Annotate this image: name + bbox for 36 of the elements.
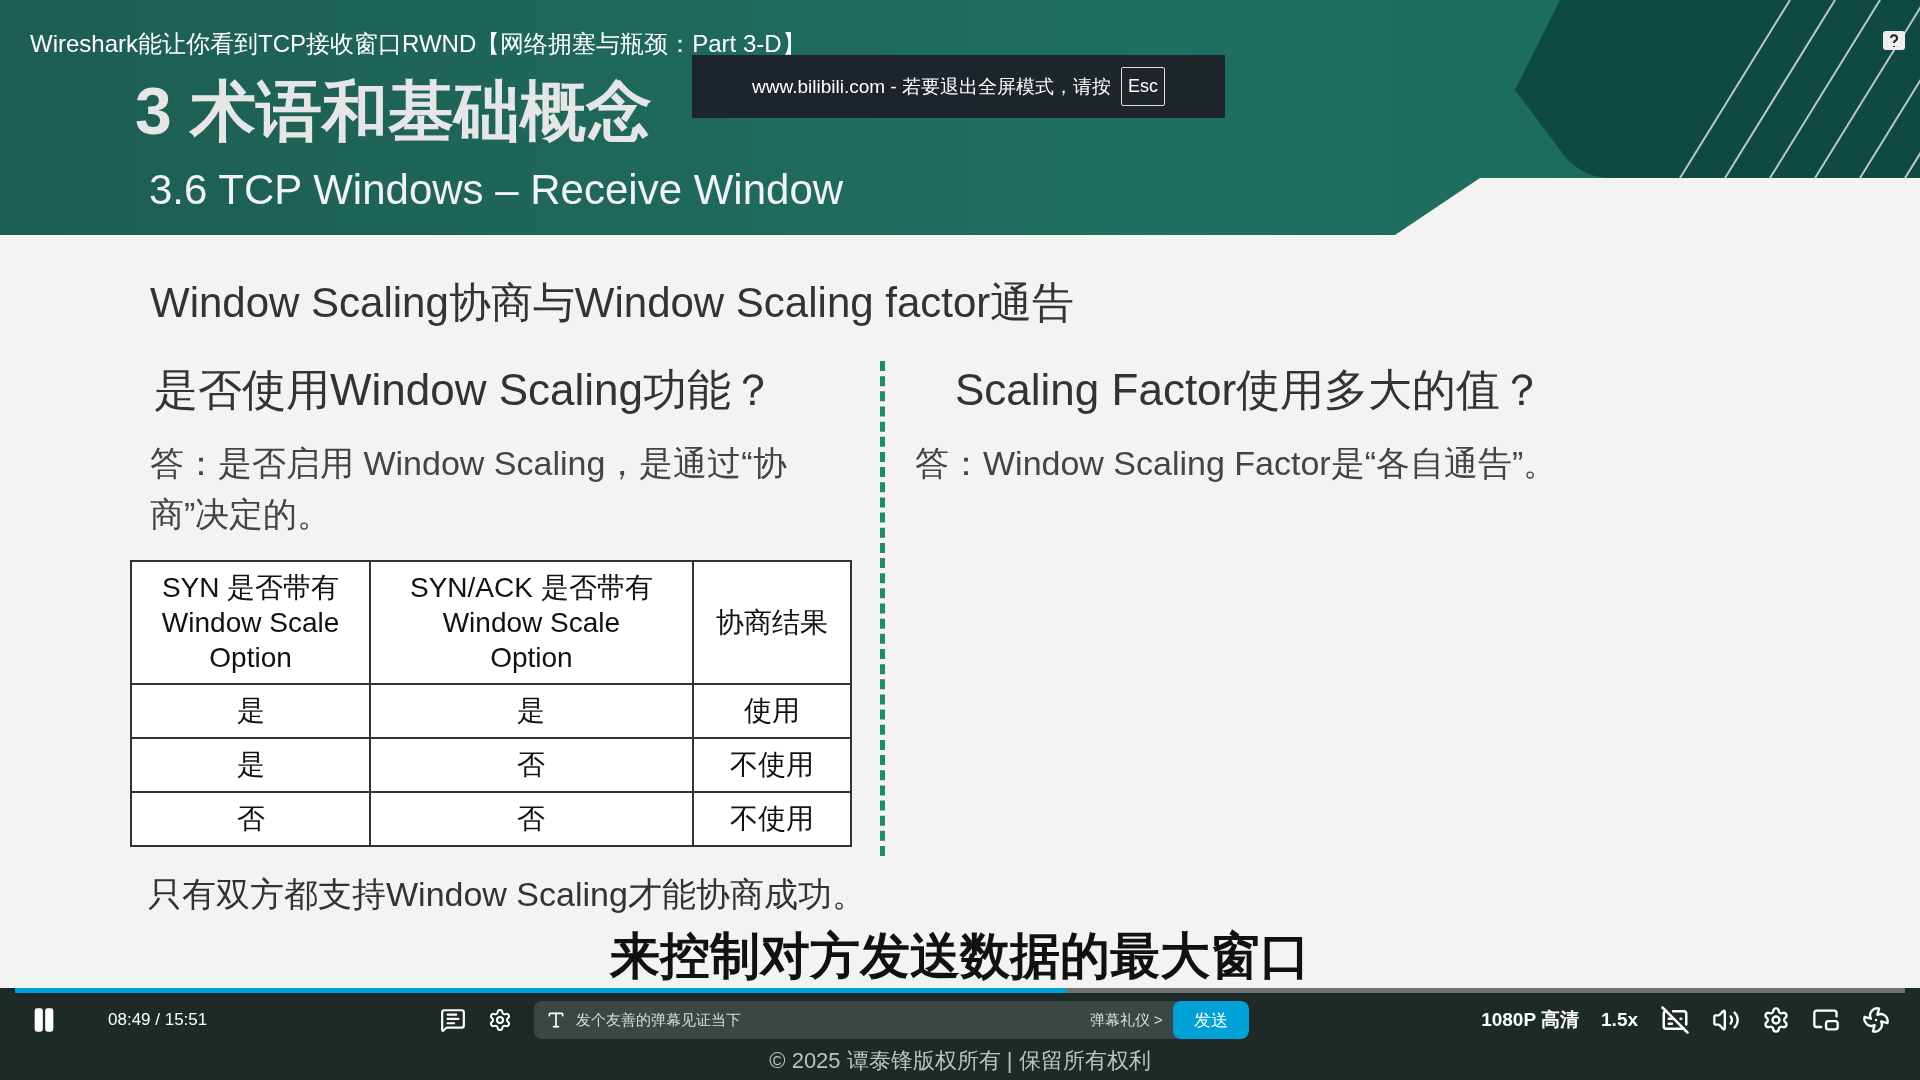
note-text: 只有双方都支持Window Scaling才能协商成功。 xyxy=(148,874,867,915)
column-header: SYN/ACK 是否带有 Window Scale Option xyxy=(370,561,693,684)
copyright-text: © 2025 谭泰锋版权所有 | 保留所有权利 xyxy=(769,1047,1151,1075)
notice-text: www.bilibili.com - 若要退出全屏模式，请按 xyxy=(752,74,1111,99)
esc-key: Esc xyxy=(1120,67,1165,106)
subtitle-text: 来控制对方发送数据的最大窗口 xyxy=(610,928,1310,986)
danmaku-icon[interactable] xyxy=(439,1007,466,1033)
danmaku-input[interactable]: 发个友善的弹幕见证当下 弹幕礼仪 > 发送 xyxy=(533,1001,1249,1039)
table-cell: 是 xyxy=(131,684,371,738)
table-cell: 使用 xyxy=(692,684,851,738)
column-header: SYN 是否带有 Window Scale Option xyxy=(131,561,371,684)
progress-track[interactable] xyxy=(15,988,1905,993)
table-cell: 不使用 xyxy=(692,738,851,792)
settings-icon[interactable] xyxy=(1762,1006,1790,1034)
video-title: Wireshark能让你看到TCP接收窗口RWND【网络拥塞与瓶颈：Part 3-D】 xyxy=(30,29,806,59)
table-cell: 否 xyxy=(370,792,693,846)
section-title: 3.6 TCP Windows – Receive Window xyxy=(149,166,845,214)
table-cell: 否 xyxy=(370,738,693,792)
etiquette-link[interactable]: 弹幕礼仪 > xyxy=(1089,1010,1163,1030)
subtitles-off-icon[interactable] xyxy=(1660,1005,1690,1035)
table-cell: 是 xyxy=(131,738,371,792)
fan-icon[interactable] xyxy=(1862,1006,1890,1034)
column-header: 协商结果 xyxy=(692,561,851,684)
answer-text: 答：Window Scaling Factor是“各自通告”。 xyxy=(915,443,1558,484)
question-text: Scaling Factor使用多大的值？ xyxy=(955,364,1546,416)
answer-text: 答：是否启用 Window Scaling，是通过“协商”决定的。 xyxy=(150,443,788,535)
question-text: 是否使用Window Scaling功能？ xyxy=(154,364,777,416)
quality-button[interactable]: 1080P 高清 xyxy=(1481,1007,1580,1033)
table-cell: 是 xyxy=(370,684,693,738)
danmaku-settings-icon[interactable] xyxy=(487,1008,512,1032)
table-cell: 不使用 xyxy=(692,792,851,846)
time-text: 08:49 / 15:51 xyxy=(108,1010,208,1030)
table-cell: 否 xyxy=(131,792,371,846)
speed-button[interactable]: 1.5x xyxy=(1601,1009,1638,1031)
chapter-title: 3 术语和基础概念 xyxy=(135,78,653,144)
slide-heading: Window Scaling协商与Window Scaling factor通告 xyxy=(150,278,1076,328)
